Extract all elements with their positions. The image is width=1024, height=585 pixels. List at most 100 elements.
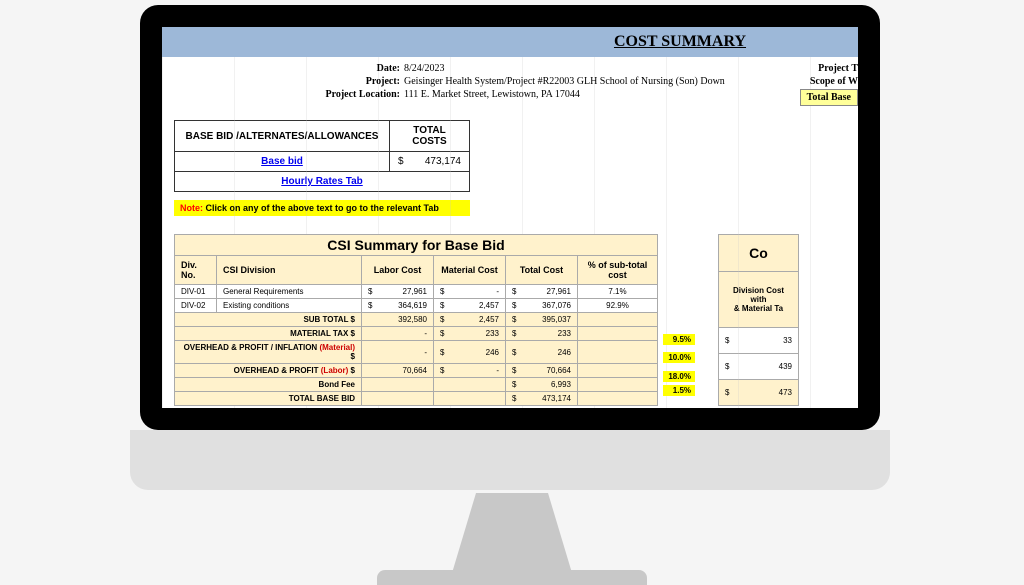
mattax-mat: $233: [434, 327, 506, 341]
base-bid-link[interactable]: Base bid: [175, 152, 390, 172]
csi-row-div01: DIV-01 General Requirements $27,961 $- $…: [175, 285, 658, 299]
csi-h-total: Total Cost: [506, 256, 578, 285]
oplab-total: $70,664: [506, 364, 578, 378]
subtotal-total: $395,037: [506, 313, 578, 327]
opmat-labor: -: [362, 341, 434, 364]
opmat-pct-cell: 10.0%: [578, 341, 658, 364]
side-header: Division Cost with & Material Ta: [719, 272, 799, 327]
base-bid-row: Base bid $473,174: [175, 152, 470, 172]
header-info: Date: 8/24/2023 Project: Geisinger Healt…: [162, 57, 858, 112]
scope-label: Scope of W: [800, 76, 858, 87]
csi-wrapper: CSI Summary for Base Bid Div. No. CSI Di…: [162, 234, 858, 406]
side-title: Co: [719, 235, 799, 272]
opmat-total: $246: [506, 341, 578, 364]
opmat-label: OVERHEAD & PROFIT / INFLATION (Material)…: [175, 341, 362, 364]
grand-mat: [434, 392, 506, 406]
div01-mat: $-: [434, 285, 506, 299]
csi-h-material: Material Cost: [434, 256, 506, 285]
bond-labor: [362, 378, 434, 392]
bond-pct: 1.5%: [663, 385, 695, 396]
note-label: Note:: [180, 203, 203, 213]
bid-alternates-table: BASE BID /ALTERNATES/ALLOWANCES TOTAL CO…: [174, 120, 470, 192]
div01-no: DIV-01: [175, 285, 217, 299]
div02-labor: $364,619: [362, 299, 434, 313]
bid-header-row: BASE BID /ALTERNATES/ALLOWANCES TOTAL CO…: [175, 121, 470, 152]
csi-main-block: CSI Summary for Base Bid Div. No. CSI Di…: [174, 234, 658, 406]
csi-grand-row: TOTAL BASE BID $473,174: [175, 392, 658, 406]
bond-label: Bond Fee: [175, 378, 362, 392]
total-base-box: Total Base: [800, 89, 858, 106]
subtotal-empty: [578, 313, 658, 327]
oplab-labor: 70,664: [362, 364, 434, 378]
oplab-pct-cell: 18.0%: [578, 364, 658, 378]
csi-subtotal-row: SUB TOTAL $ 392,580 $2,457 $395,037: [175, 313, 658, 327]
csi-opmat-row: OVERHEAD & PROFIT / INFLATION (Material)…: [175, 341, 658, 364]
header-project-row: Project: Geisinger Health System/Project…: [174, 76, 846, 87]
csi-row-div02: DIV-02 Existing conditions $364,619 $2,4…: [175, 299, 658, 313]
div01-pct: 7.1%: [578, 285, 658, 299]
oplab-label: OVERHEAD & PROFIT (Labor) $: [175, 364, 362, 378]
date-label: Date:: [174, 63, 404, 74]
grand-label: TOTAL BASE BID: [175, 392, 362, 406]
project-label: Project:: [174, 76, 404, 87]
div01-labor: $27,961: [362, 285, 434, 299]
side-row-2: $473: [719, 379, 799, 405]
div02-pct: 92.9%: [578, 299, 658, 313]
side-cost-table: Co Division Cost with & Material Ta $33 …: [718, 234, 799, 406]
grand-labor: [362, 392, 434, 406]
subtotal-mat: $2,457: [434, 313, 506, 327]
note-bar: Note: Click on any of the above text to …: [174, 200, 470, 216]
csi-summary-table: CSI Summary for Base Bid Div. No. CSI Di…: [174, 234, 658, 406]
spreadsheet-screen: COST SUMMARY Date: 8/24/2023 Project: Ge…: [162, 27, 858, 408]
mattax-pct-cell: 9.5%: [578, 327, 658, 341]
mattax-labor: -: [362, 327, 434, 341]
base-bid-amount: $473,174: [390, 152, 470, 172]
csi-oplab-row: OVERHEAD & PROFIT (Labor) $ 70,664 $- $7…: [175, 364, 658, 378]
div02-name: Existing conditions: [217, 299, 362, 313]
oplab-pct: 18.0%: [663, 371, 695, 382]
bond-mat: [434, 378, 506, 392]
mattax-pct: 9.5%: [663, 334, 695, 345]
bid-col2-header: TOTAL COSTS: [390, 121, 470, 152]
bond-total: $6,993: [506, 378, 578, 392]
div02-total: $367,076: [506, 299, 578, 313]
monitor-chin: [130, 430, 890, 490]
header-location-row: Project Location: 111 E. Market Street, …: [174, 89, 846, 100]
header-date-row: Date: 8/24/2023: [174, 63, 846, 74]
monitor-stand-base: [377, 570, 647, 585]
opmat-mat: $246: [434, 341, 506, 364]
csi-mattax-row: MATERIAL TAX $ - $233 $233 9.5%: [175, 327, 658, 341]
div01-total: $27,961: [506, 285, 578, 299]
hourly-row: Hourly Rates Tab: [175, 172, 470, 192]
mattax-total: $233: [506, 327, 578, 341]
div02-mat: $2,457: [434, 299, 506, 313]
note-text: Click on any of the above text to go to …: [203, 203, 439, 213]
grand-total: $473,174: [506, 392, 578, 406]
csi-h-divno: Div. No.: [175, 256, 217, 285]
location-value: 111 E. Market Street, Lewistown, PA 1704…: [404, 89, 846, 100]
mattax-label: MATERIAL TAX $: [175, 327, 362, 341]
project-value: Geisinger Health System/Project #R22003 …: [404, 76, 846, 87]
hourly-rates-link[interactable]: Hourly Rates Tab: [175, 172, 470, 192]
csi-title: CSI Summary for Base Bid: [175, 235, 658, 256]
div02-no: DIV-02: [175, 299, 217, 313]
csi-bond-row: Bond Fee $6,993 1.5%: [175, 378, 658, 392]
side-row-1: $439: [719, 353, 799, 379]
project-t-label: Project T: [800, 63, 858, 74]
csi-h-labor: Labor Cost: [362, 256, 434, 285]
grand-empty: [578, 392, 658, 406]
title-bar: COST SUMMARY: [162, 27, 858, 57]
subtotal-labor: 392,580: [362, 313, 434, 327]
side-row-0: $33: [719, 327, 799, 353]
bid-col1-header: BASE BID /ALTERNATES/ALLOWANCES: [175, 121, 390, 152]
subtotal-label: SUB TOTAL $: [175, 313, 362, 327]
page-title: COST SUMMARY: [614, 33, 746, 51]
oplab-mat: $-: [434, 364, 506, 378]
monitor-frame: COST SUMMARY Date: 8/24/2023 Project: Ge…: [140, 5, 880, 430]
bond-pct-cell: 1.5%: [578, 378, 658, 392]
date-value: 8/24/2023: [404, 63, 846, 74]
opmat-pct: 10.0%: [663, 352, 695, 363]
csi-h-div: CSI Division: [217, 256, 362, 285]
csi-header-row: Div. No. CSI Division Labor Cost Materia…: [175, 256, 658, 285]
csi-h-pct: % of sub-total cost: [578, 256, 658, 285]
